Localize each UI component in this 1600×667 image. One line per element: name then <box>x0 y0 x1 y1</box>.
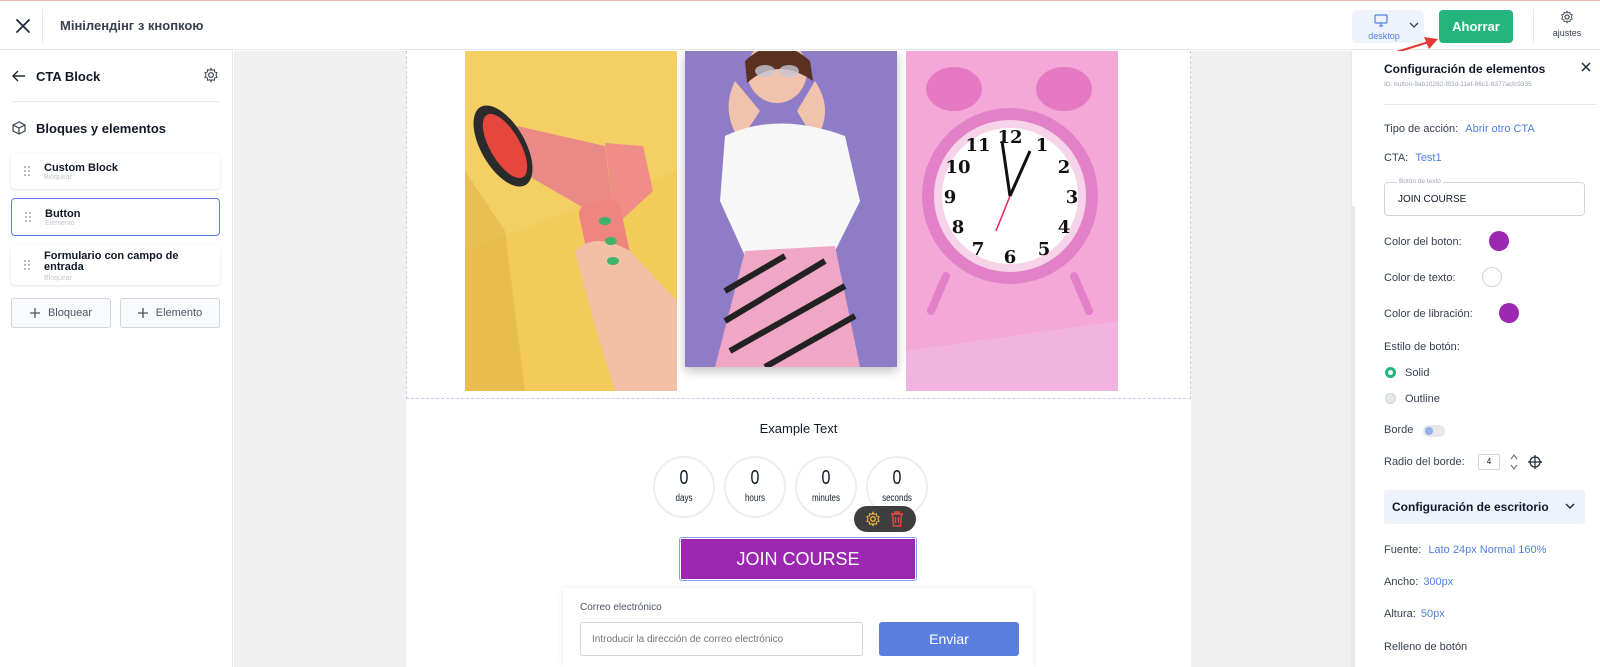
button-text-field[interactable]: Botón de texto JOIN COURSE <box>1384 178 1585 216</box>
image-block[interactable]: 12 1 2 3 4 5 6 7 8 9 10 11 <box>406 51 1191 399</box>
block-title: CTA Block <box>36 69 101 84</box>
desktop-settings-accordion[interactable]: Configuración de escritorio <box>1384 490 1585 524</box>
close-icon[interactable] <box>12 15 34 37</box>
submit-button[interactable]: Enviar <box>879 622 1019 656</box>
radio-solid-label: Solid <box>1405 367 1430 379</box>
sidebar-item-custom-block[interactable]: Custom Block Bloquear <box>11 153 220 189</box>
divider <box>42 9 43 43</box>
page-title: Мінілендінг з кнопкою <box>60 18 204 33</box>
svg-text:9: 9 <box>944 187 957 208</box>
cta-button[interactable]: JOIN COURSE <box>679 537 917 581</box>
add-block-button[interactable]: Bloquear <box>11 298 111 328</box>
divider <box>12 101 219 102</box>
sidebar-item-button[interactable]: Button Elemento <box>11 198 220 236</box>
border-radius-label: Radio del borde: <box>1384 456 1465 468</box>
scrollbar[interactable] <box>1352 206 1355 667</box>
countdown-title: Example Text <box>759 421 838 436</box>
svg-text:7: 7 <box>972 239 985 260</box>
crosshair-icon[interactable] <box>1528 455 1542 469</box>
chevron-down-icon <box>1409 22 1419 28</box>
back-arrow-icon[interactable] <box>12 70 26 82</box>
cta-link[interactable]: Test1 <box>1415 152 1441 164</box>
item-name: Custom Block <box>44 162 118 174</box>
item-type: Bloquear <box>44 174 73 181</box>
hover-color-label: Color de libración: <box>1384 308 1473 320</box>
right-panel: Configuración de elementos ID: button-9a… <box>1351 51 1600 667</box>
radio-outline[interactable] <box>1385 393 1396 404</box>
gear-icon[interactable] <box>865 511 881 527</box>
plus-icon <box>29 308 40 318</box>
svg-text:4: 4 <box>1058 217 1071 238</box>
svg-text:11: 11 <box>965 135 990 156</box>
width-row: Ancho: 300px <box>1384 576 1454 588</box>
editor-canvas: 12 1 2 3 4 5 6 7 8 9 10 11 Example Text 0 days 0 hour… <box>234 51 1351 667</box>
border-toggle[interactable] <box>1423 425 1445 437</box>
drag-handle-icon[interactable] <box>23 165 31 177</box>
plus-icon <box>137 308 148 318</box>
width-link[interactable]: 300px <box>1423 576 1453 588</box>
height-link[interactable]: 50px <box>1421 608 1445 620</box>
button-style-label: Estilo de botón: <box>1384 341 1460 353</box>
save-button[interactable]: Ahorrar <box>1439 10 1513 43</box>
svg-text:8: 8 <box>952 217 965 238</box>
svg-text:10: 10 <box>945 157 970 178</box>
button-padding-label: Relleno de botón <box>1384 641 1468 653</box>
radio-outline-label: Outline <box>1405 393 1440 405</box>
svg-text:6: 6 <box>1004 247 1017 268</box>
close-icon[interactable] <box>1581 62 1591 72</box>
settings-label: ajustes <box>1552 28 1582 38</box>
svg-text:2: 2 <box>1058 157 1071 178</box>
stepper-arrows-icon[interactable] <box>1510 453 1518 471</box>
add-element-button[interactable]: Elemento <box>120 298 220 328</box>
page-preview: 12 1 2 3 4 5 6 7 8 9 10 11 Example Text 0 days 0 hour… <box>406 51 1191 667</box>
top-bar: Мінілендінг з кнопкою desktop Ahorrar aj… <box>0 0 1600 61</box>
item-type: Elemento <box>45 220 75 227</box>
button-color-label: Color del boton: <box>1384 236 1462 248</box>
item-type: Bloquear <box>44 275 73 282</box>
gear-icon[interactable] <box>203 67 219 83</box>
element-toolbar <box>854 506 916 532</box>
countdown-hours: 0 hours <box>724 456 786 518</box>
item-name: Formulario con campo de entrada <box>44 250 179 273</box>
text-color-swatch[interactable] <box>1482 267 1502 287</box>
text-color-label: Color de texto: <box>1384 272 1456 284</box>
svg-text:5: 5 <box>1038 239 1051 260</box>
panel-title: Configuración de elementos <box>1384 62 1546 76</box>
left-sidebar: CTA Block Bloques y elementos Custom Blo… <box>0 51 233 667</box>
border-radius-input[interactable]: 4 <box>1478 454 1500 470</box>
countdown-days: 0 days <box>653 456 715 518</box>
countdown-minutes: 0 minutes <box>795 456 857 518</box>
font-link[interactable]: Lato 24px Normal 160% <box>1428 544 1546 556</box>
drag-handle-icon[interactable] <box>23 259 31 271</box>
divider <box>1533 9 1534 43</box>
cube-icon <box>12 121 26 135</box>
font-row: Fuente: Lato 24px Normal 160% <box>1384 544 1547 556</box>
button-color-swatch[interactable] <box>1489 231 1509 251</box>
hover-color-swatch[interactable] <box>1499 303 1519 323</box>
height-row: Altura: 50px <box>1384 608 1445 620</box>
border-label: Borde <box>1384 424 1414 436</box>
gear-icon <box>1561 10 1573 24</box>
action-type-link[interactable]: Abrir otro CTA <box>1465 123 1534 135</box>
megaphone-image <box>465 51 677 391</box>
drag-handle-icon[interactable] <box>24 211 32 223</box>
alarm-clock-image: 12 1 2 3 4 5 6 7 8 9 10 11 <box>906 51 1118 391</box>
action-type-row: Tipo de acción: Abrir otro CTA <box>1384 123 1535 135</box>
woman-image <box>685 51 897 367</box>
svg-text:1: 1 <box>1036 135 1049 156</box>
element-id: ID: button-9ab10282-f83d-11ef-86c1-8377a… <box>1384 81 1532 88</box>
settings-button[interactable]: ajustes <box>1545 10 1589 44</box>
email-field[interactable] <box>580 622 863 656</box>
cta-row: CTA: Test1 <box>1384 152 1442 164</box>
trash-icon[interactable] <box>890 511 904 527</box>
radio-solid[interactable] <box>1385 367 1396 378</box>
email-form: Correo electrónico Enviar <box>563 588 1033 667</box>
sidebar-item-form[interactable]: Formulario con campo de entrada Bloquear <box>11 245 220 285</box>
chevron-down-icon <box>1565 503 1575 509</box>
svg-text:3: 3 <box>1066 187 1079 208</box>
desktop-icon <box>1374 14 1388 27</box>
divider <box>1384 104 1597 105</box>
email-label: Correo electrónico <box>580 602 662 613</box>
item-name: Button <box>45 208 81 220</box>
